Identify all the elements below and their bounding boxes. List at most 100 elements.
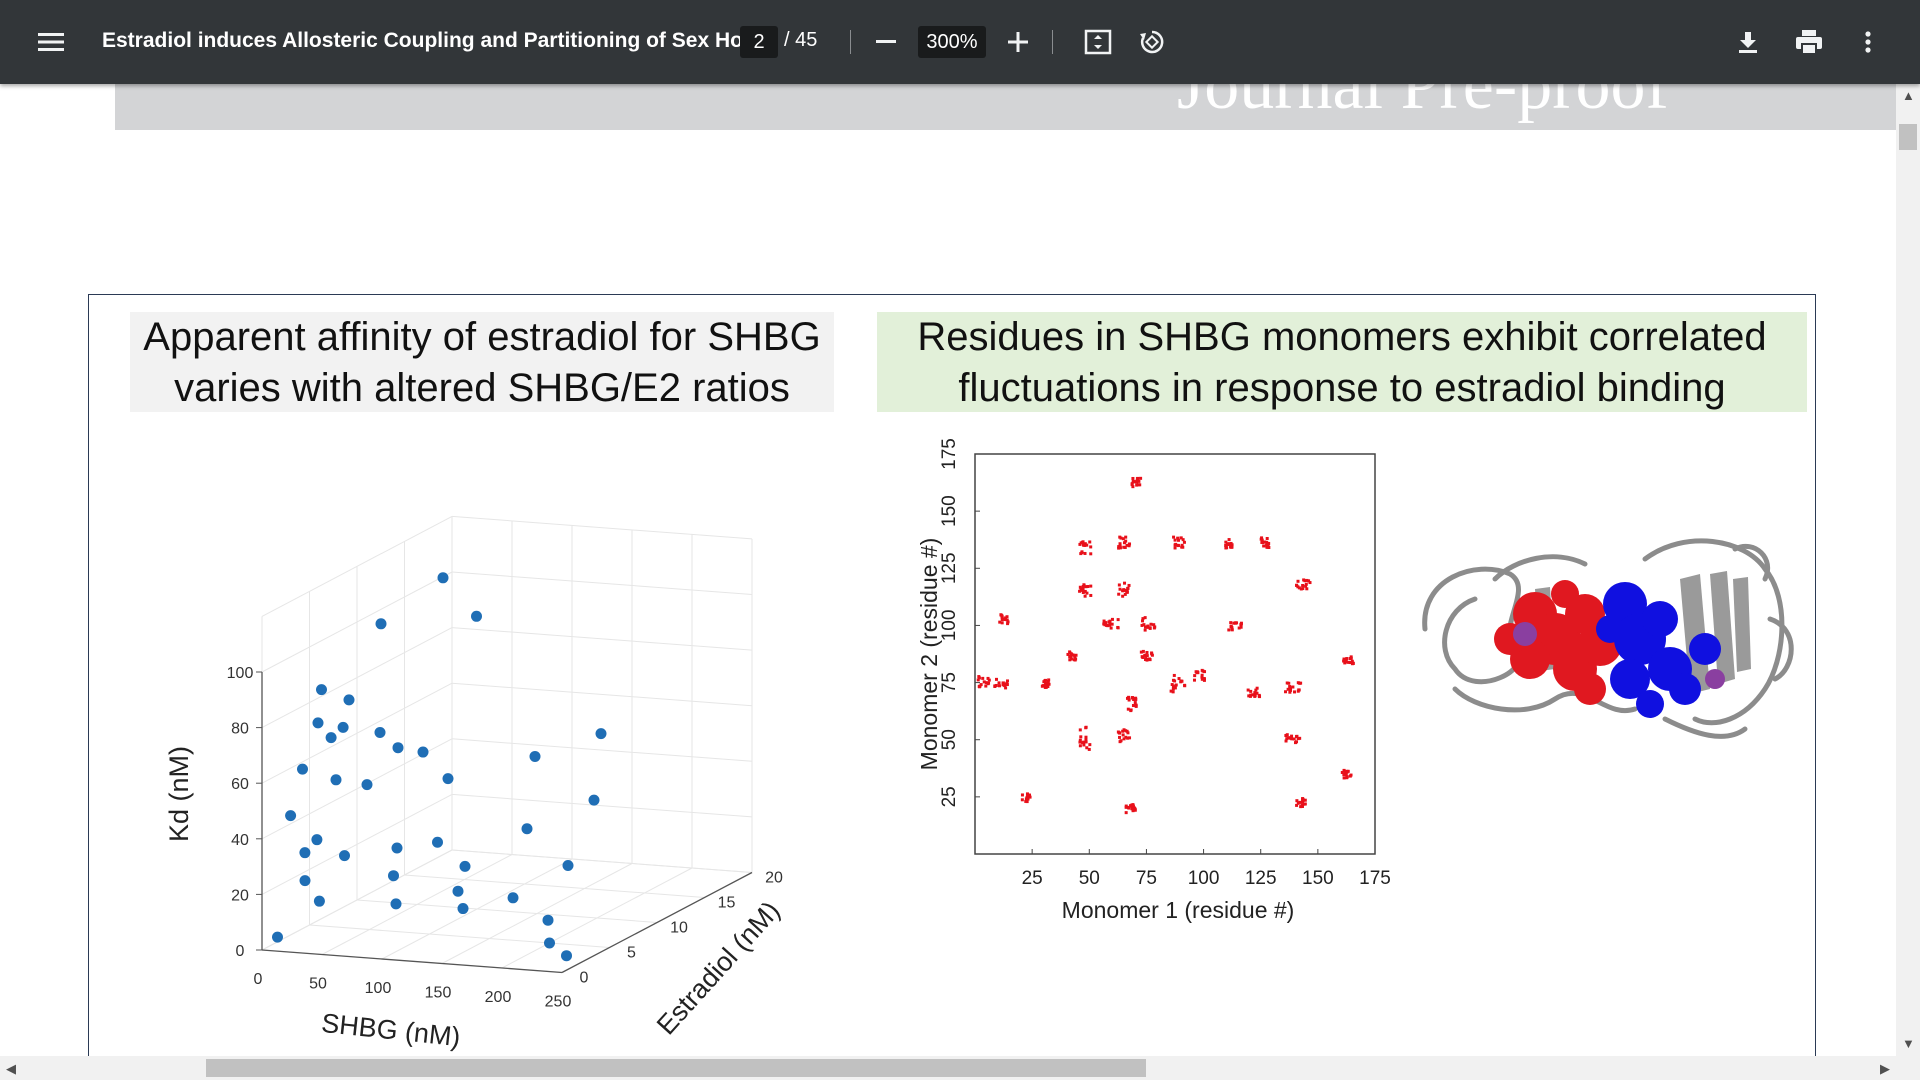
heatmap-cell (1297, 690, 1300, 693)
heatmap-cell (1146, 654, 1149, 657)
pdf-toolbar: Estradiol induces Allosteric Coupling an… (0, 0, 1920, 84)
heatmap-cell (1123, 541, 1126, 544)
scroll-left-icon[interactable]: ◀ (6, 1061, 16, 1077)
download-icon[interactable] (1732, 26, 1764, 58)
heatmap-cell (1006, 615, 1009, 618)
scatter-point (530, 751, 541, 762)
heatmap-cell (1258, 694, 1261, 697)
zoom-out-icon[interactable] (870, 26, 902, 58)
scatter-axes: 0 50 100 150 200 25005101520020406080100 (227, 665, 783, 1011)
scatter-point (331, 774, 342, 785)
heatmap-cell (1121, 589, 1124, 592)
scatter-point (297, 764, 308, 775)
scatter-point (522, 823, 533, 834)
more-vert-icon[interactable] (1852, 26, 1884, 58)
heatmap-cell (1119, 740, 1122, 743)
heatmap-y-tick: 50 (939, 729, 960, 750)
heatmap-cell (1235, 621, 1238, 624)
page-number-input[interactable]: 2 (740, 26, 778, 58)
heatmap-cell (1347, 661, 1350, 664)
zoom-level-input[interactable]: 300% (918, 26, 986, 58)
scroll-right-icon[interactable]: ▶ (1880, 1061, 1890, 1077)
shbg-dimer-structure-image (1415, 519, 1805, 759)
x-axis-label: SHBG (nM) (320, 1008, 462, 1052)
heatmap-cell (1084, 736, 1087, 739)
heatmap-cell (1345, 657, 1348, 660)
heatmap-cell (1089, 585, 1092, 588)
rotate-icon[interactable] (1136, 26, 1168, 58)
x-tick-label: 250 (545, 994, 572, 1011)
scatter-point (393, 742, 404, 753)
z-tick-label: 40 (231, 832, 249, 849)
y-tick-label: 15 (718, 895, 736, 912)
heatmap-cell (1125, 591, 1128, 594)
print-icon[interactable] (1792, 26, 1826, 58)
x-axis-line (262, 950, 562, 973)
heatmap-cell (1228, 538, 1231, 541)
heatmap-x-tick: 125 (1245, 868, 1277, 889)
heatmap-cell (1343, 769, 1346, 772)
heatmap-cell (1079, 586, 1082, 589)
heatmap-cell (1153, 626, 1156, 629)
heatmap-cell (1146, 658, 1149, 661)
heatmap-cell (1174, 543, 1177, 546)
heatmap-cell (1001, 621, 1004, 624)
scatter-point (339, 850, 350, 861)
heatmap-cell (1079, 735, 1082, 738)
grid-line (452, 739, 752, 762)
heatmap-cell (1295, 804, 1298, 807)
heatmap-cell (1073, 655, 1076, 658)
heatmap-cell (1193, 679, 1196, 682)
grid-line (452, 572, 752, 595)
heatmap-x-tick: 150 (1302, 868, 1334, 889)
heatmap-cell (1141, 624, 1144, 627)
document-title: Estradiol induces Allosteric Coupling an… (102, 29, 760, 53)
heatmap-cell (1256, 687, 1259, 690)
pdf-viewport[interactable]: Journal Pre-proof Apparent affinity of e… (0, 84, 1896, 1056)
x-tick-label: 100 (365, 980, 392, 997)
scroll-down-icon[interactable]: ▼ (1902, 1036, 1915, 1051)
heatmap-cell (1142, 650, 1145, 653)
heatmap-cell (1132, 809, 1135, 812)
heatmap-cell (1085, 746, 1088, 749)
heatmap-cell (978, 676, 981, 679)
z-tick-label: 80 (231, 721, 249, 738)
vertical-scrollbar[interactable] (1896, 84, 1920, 1056)
vertical-scroll-thumb[interactable] (1899, 124, 1917, 150)
heatmap-cell (1173, 679, 1176, 682)
heatmap-cell (1122, 733, 1125, 736)
heatmap-cell (1026, 797, 1029, 800)
heatmap-cell (1149, 623, 1152, 626)
heatmap-cell (1260, 536, 1263, 539)
heatmap-cell (1123, 582, 1126, 585)
heatmap-cell (1304, 799, 1307, 802)
heatmap-cell (1135, 705, 1138, 708)
heatmap-x-tick: 175 (1359, 868, 1391, 889)
grid-line (310, 925, 610, 948)
scatter-point (311, 834, 322, 845)
menu-icon[interactable] (34, 26, 68, 58)
heatmap-cell (1084, 738, 1087, 741)
heatmap-cell (1295, 740, 1298, 743)
zoom-in-icon[interactable] (1002, 26, 1034, 58)
heatmap-x-tick: 50 (1079, 868, 1100, 889)
heatmap-cell (1141, 655, 1144, 658)
heatmap-cell (1193, 674, 1196, 677)
heatmap-cell (987, 682, 990, 685)
scatter-point (338, 722, 349, 733)
heatmap-cell (1175, 683, 1178, 686)
heatmap-cell (1126, 587, 1129, 590)
heatmap-cell (1082, 588, 1085, 591)
left-title-line-1: Apparent affinity of estradiol for SHBG (130, 312, 834, 363)
heatmap-cell (1085, 726, 1088, 729)
y-axis-label: Estradiol (nM) (651, 895, 786, 1040)
fit-page-icon[interactable] (1082, 26, 1114, 58)
horizontal-scroll-thumb[interactable] (206, 1059, 1146, 1077)
heatmap-cell (1300, 587, 1303, 590)
correlation-heatmap: 25 50 75 100 125 150 175255075100125150175 Mon… (910, 439, 1400, 1039)
scatter-point (300, 875, 311, 886)
heatmap-cell (1139, 477, 1142, 480)
scroll-up-icon[interactable]: ▲ (1902, 88, 1915, 103)
heatmap-cell (987, 677, 990, 680)
heatmap-cell (1131, 803, 1134, 806)
